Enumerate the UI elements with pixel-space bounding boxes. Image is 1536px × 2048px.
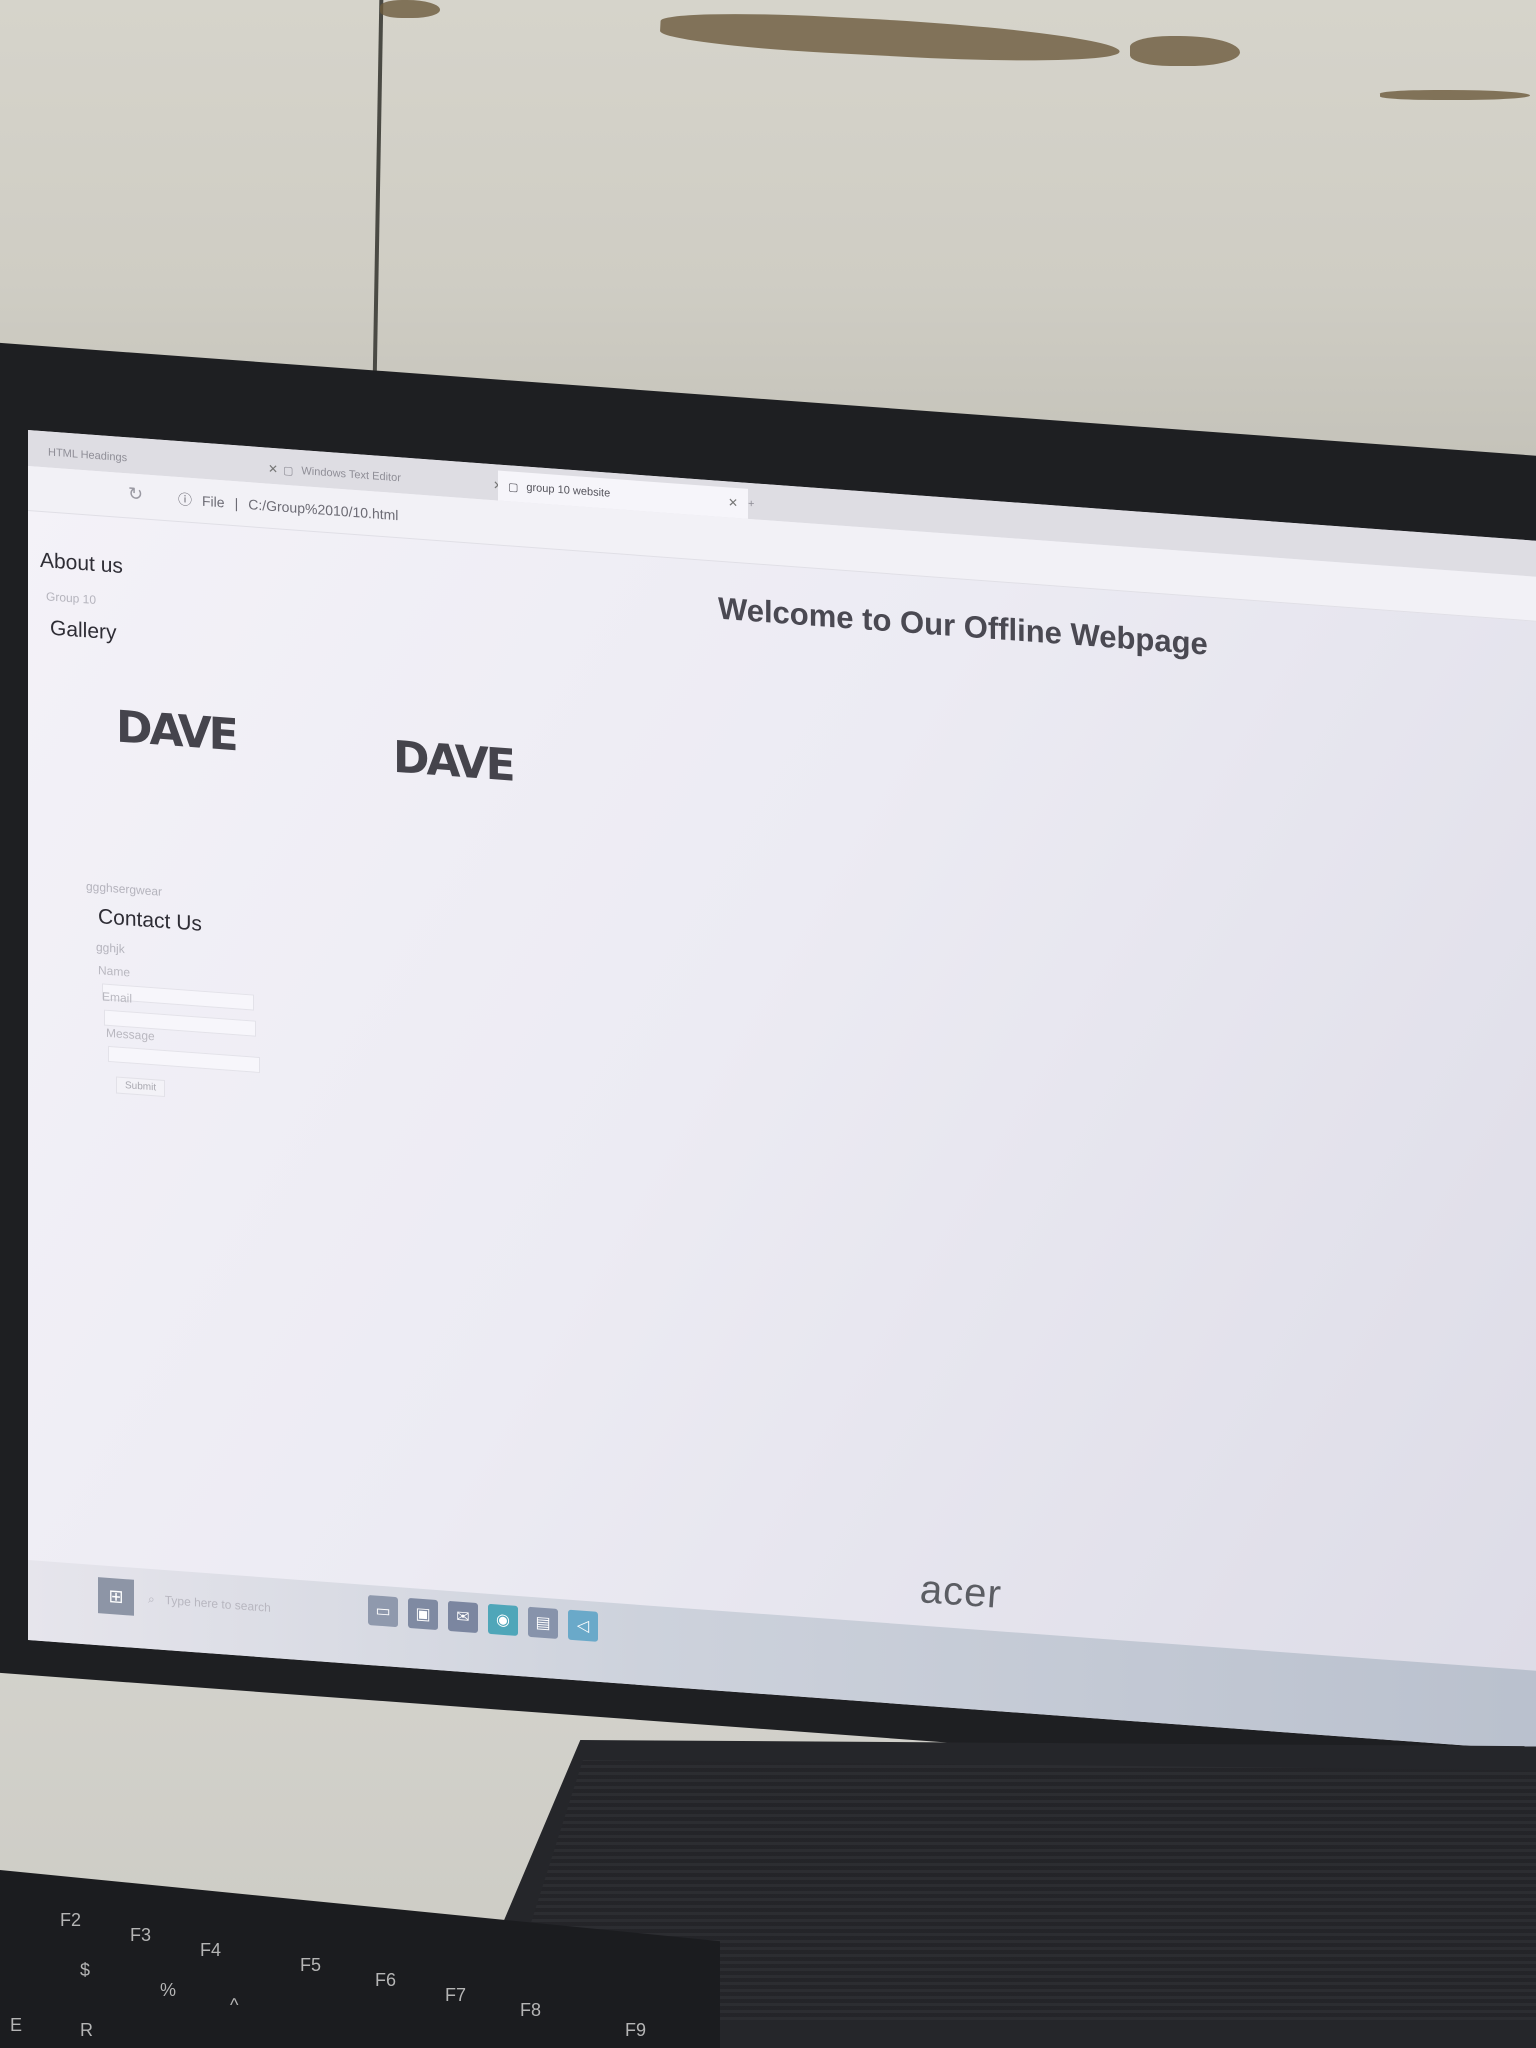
email-label: Email (102, 989, 133, 1006)
keyboard-key: ^ (230, 1995, 239, 2015)
new-tab-button[interactable]: + (738, 488, 788, 522)
about-heading: About us (40, 548, 123, 578)
file-icon: ▢ (283, 464, 294, 477)
keyboard-key: F5 (300, 1955, 322, 1975)
keyboard-key: $ (80, 1960, 91, 1980)
contact-heading: Contact Us (98, 905, 202, 936)
submit-button[interactable]: Submit (116, 1076, 166, 1098)
reload-icon[interactable]: ↻ (128, 483, 143, 505)
info-icon: ⓘ (178, 491, 192, 509)
keyboard-key: % (160, 1980, 177, 2000)
search-placeholder: Type here to search (164, 1593, 271, 1615)
edge-icon[interactable]: ◉ (488, 1603, 518, 1636)
monitor-screen: HTML Headings ✕ ▢ Windows Text Editor ✕ … (28, 430, 1536, 1754)
keyboard-key: F6 (375, 1970, 397, 1990)
gallery-heading: Gallery (50, 616, 117, 645)
search-icon: ⌕ (148, 1591, 155, 1606)
keyboard-key: F2 (60, 1910, 82, 1930)
file-icon: ▢ (508, 480, 519, 494)
close-icon[interactable]: ✕ (728, 495, 738, 510)
contact-text: gghjk (96, 939, 125, 957)
gallery-image: DAVE (116, 701, 236, 762)
web-page: Welcome to Our Offline Webpage About us … (28, 510, 1536, 1673)
keyboard-key: R (80, 2020, 93, 2040)
address-prefix: File (202, 492, 225, 511)
task-view-icon[interactable]: ▭ (368, 1594, 398, 1628)
wall-seam (372, 0, 384, 380)
name-label: Name (98, 963, 131, 980)
keyboard-key: F7 (445, 1985, 467, 2005)
wall-stain (1130, 36, 1240, 66)
tab-label: Windows Text Editor (301, 465, 401, 485)
store-icon[interactable]: ▣ (408, 1597, 438, 1631)
address-url: C:/Group%2010/10.html (248, 496, 399, 524)
message-label: Message (106, 1025, 155, 1044)
explorer-icon[interactable]: ▤ (528, 1606, 558, 1639)
tab-label: HTML Headings (48, 446, 128, 465)
wall-stain (659, 7, 1121, 69)
wall-stain (380, 0, 440, 18)
windows-start-icon[interactable]: ⊞ (98, 1577, 134, 1616)
mail-icon[interactable]: ✉ (448, 1600, 478, 1634)
keyboard-key: F4 (200, 1940, 222, 1960)
address-divider: | (234, 495, 239, 512)
keyboard-key: F3 (130, 1925, 152, 1945)
message-field[interactable] (108, 1045, 260, 1074)
wall-stain (1380, 90, 1530, 100)
tab-label: group 10 website (526, 481, 611, 500)
address-field[interactable]: ⓘ File | C:/Group%2010/10.html (178, 489, 398, 525)
gallery-text: ggghsergwear (86, 879, 163, 899)
monitor-brand-logo: acer (918, 1567, 1004, 1617)
keyboard-key: E (10, 2015, 23, 2035)
page-title: Welcome to Our Offline Webpage (718, 590, 1208, 662)
keyboard-key: F9 (625, 2020, 647, 2040)
about-text: Group 10 (46, 589, 97, 607)
gallery-image: DAVE (393, 731, 513, 792)
vscode-icon[interactable]: ◁ (568, 1609, 598, 1642)
keyboard-key: F8 (520, 2000, 542, 2020)
